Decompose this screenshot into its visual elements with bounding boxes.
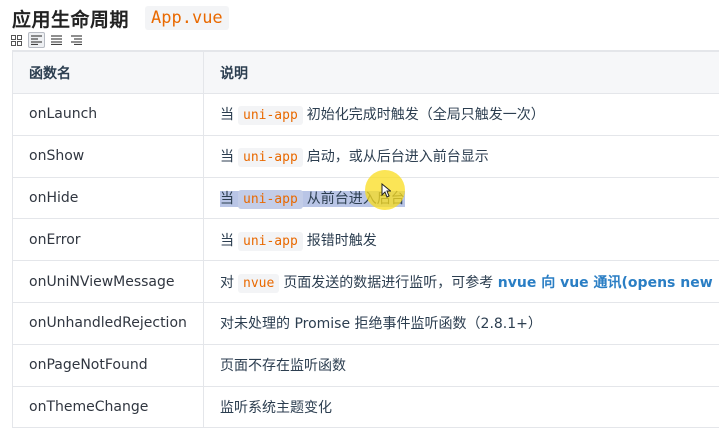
table-row: onLaunch 当 uni-app 初始化完成时触发（全局只触发一次） [12,93,719,136]
function-name-cell: onShow [12,134,204,178]
table-row: onShow 当 uni-app 启动，或从后台进入前台显示 [12,134,719,178]
align-right-icon [71,35,82,45]
align-center-button[interactable] [48,32,65,48]
function-name-cell: onHide [12,176,204,220]
function-name-cell: onThemeChange [12,385,204,429]
description-cell: 页面不存在监听函数 [203,343,719,387]
description-text: 当 [220,190,234,207]
align-left-icon [31,35,42,45]
inline-code: uni-app [238,231,303,251]
table-body: onLaunch 当 uni-app 初始化完成时触发（全局只触发一次） onShow 当… [12,93,719,429]
description-cell: 当 uni-app 启动，或从后台进入前台显示 [203,134,719,178]
doc-link[interactable]: nvue 向 vue 通讯(opens new [498,275,713,291]
inline-code: uni-app [238,106,303,126]
table-row: onPageNotFound 页面不存在监听函数 [12,343,719,387]
page-header: 应用生命周期 App.vue [12,4,229,32]
text-selection: 当 uni-app 从前台进入后台 [220,189,405,209]
table-header-row: 函数名 说明 [12,51,719,94]
function-name-cell: onPageNotFound [12,343,204,387]
column-header-description: 说明 [203,51,719,94]
description-cell: 监听系统主题变化 [203,385,719,429]
description-text: 从前台进入后台 [306,190,405,207]
grid-view-button[interactable] [8,32,25,48]
inline-code: uni-app [238,148,303,168]
description-cell: 对未处理的 Promise 拒绝事件监听函数（2.8.1+） [203,301,719,345]
table-row: onHide 当 uni-app 从前台进入后台 [12,176,719,220]
inline-code: nvue [238,273,280,293]
function-name-cell: onLaunch [12,93,204,136]
table-row: onUniNViewMessage 对 nvue 页面发送的数据进行监听，可参考 nv… [12,260,719,303]
code-filename: App.vue [145,6,229,30]
description-text: 对未处理的 Promise 拒绝事件监听函数（2.8.1+） [220,316,542,333]
description-cell: 当 uni-app 初始化完成时触发（全局只触发一次） [203,93,719,136]
description-text: 当 [220,107,234,124]
align-center-icon [51,35,62,45]
description-text: 页面不存在监听函数 [220,358,346,375]
description-cell: 当 uni-app 报错时触发 [203,218,719,262]
description-text: 当 [220,149,234,166]
table-row: onUnhandledRejection 对未处理的 Promise 拒绝事件监听… [12,301,719,345]
description-cell: 对 nvue 页面发送的数据进行监听，可参考 nvue 向 vue 通讯(opens… [203,260,719,303]
page-title: 应用生命周期 [12,8,130,31]
lifecycle-table-container: 函数名 说明 onLaunch 当 uni-app 初始化完成时触发（全局只触发一次）… [12,50,719,429]
table-row: onError 当 uni-app 报错时触发 [12,218,719,262]
table-row: onThemeChange 监听系统主题变化 [12,385,719,429]
function-name-cell: onUniNViewMessage [12,260,204,303]
inline-code: uni-app [238,189,303,209]
lifecycle-table: 函数名 说明 onLaunch 当 uni-app 初始化完成时触发（全局只触发一次）… [12,51,719,429]
description-text: 页面发送的数据进行监听，可参考 [283,274,498,291]
description-text: 监听系统主题变化 [220,399,332,416]
align-right-button[interactable] [68,32,85,48]
table-toolbar [8,31,85,49]
grid-icon [11,34,22,46]
description-text: 当 [220,232,234,249]
column-header-function-name: 函数名 [12,51,204,94]
description-text: 启动，或从后台进入前台显示 [306,149,489,166]
description-text: 初始化完成时触发（全局只触发一次） [306,107,545,124]
function-name-cell: onUnhandledRejection [12,301,204,345]
align-left-button[interactable] [28,32,45,48]
description-text: 报错时触发 [306,232,377,249]
function-name-cell: onError [12,218,204,262]
description-text: 对 [220,274,234,291]
description-cell: 当 uni-app 从前台进入后台 [203,176,719,220]
